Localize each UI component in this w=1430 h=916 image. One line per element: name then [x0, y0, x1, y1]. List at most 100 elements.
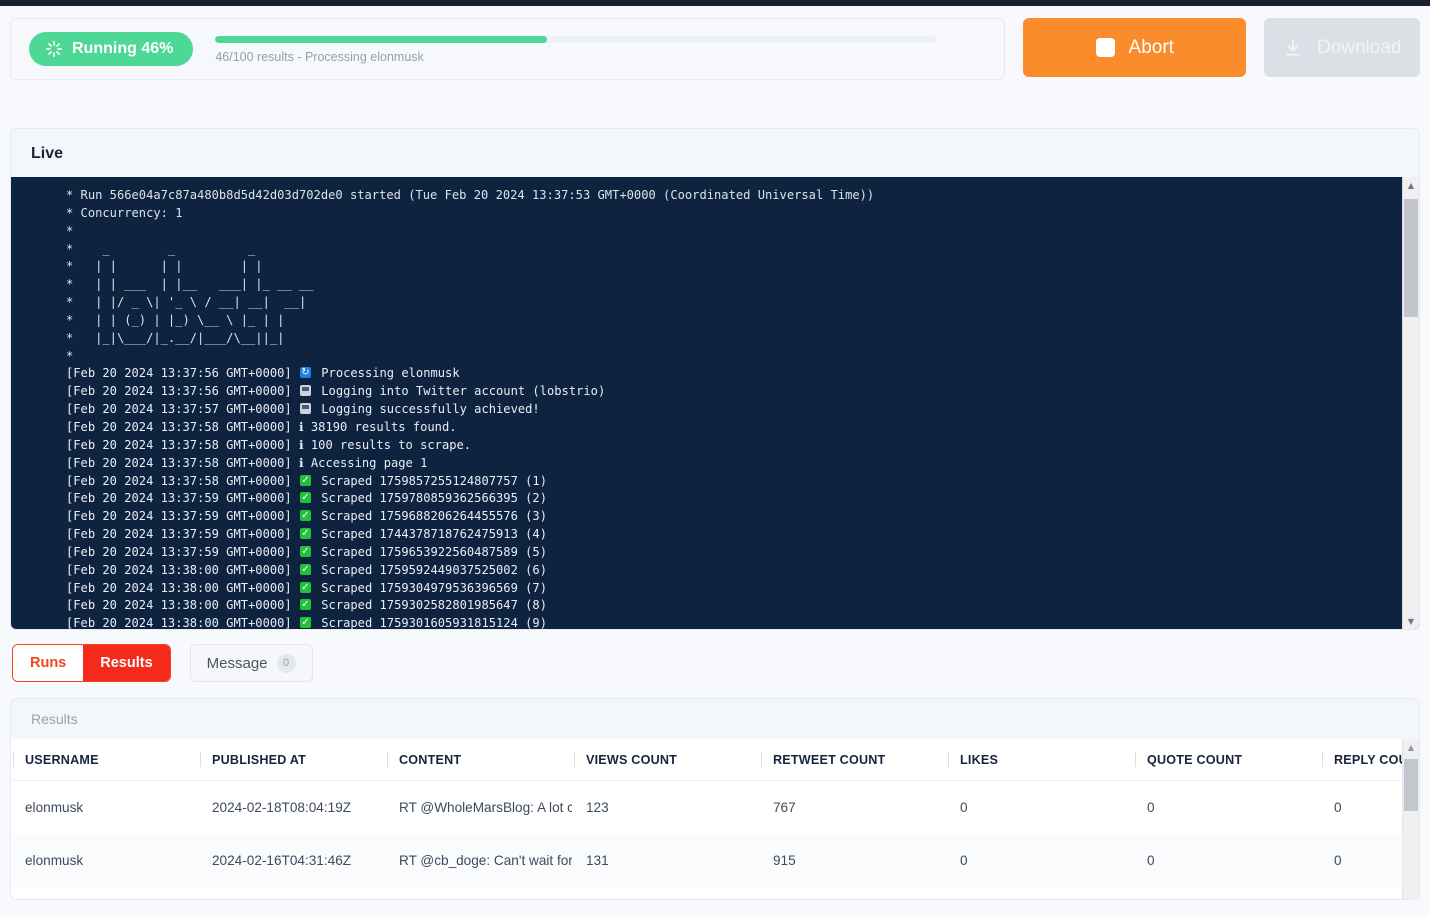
spinner-icon: [45, 40, 63, 58]
download-button-label: Download: [1317, 37, 1402, 59]
check-icon: [300, 582, 311, 593]
console-log-line: [Feb 20 2024 13:37:57 GMT+0000] Logging …: [66, 401, 1402, 419]
results-column-header[interactable]: VIEWS COUNT: [572, 739, 759, 781]
header: Running 46% 46/100 results - Processing …: [0, 6, 1430, 80]
log-timestamp: [Feb 20 2024 13:37:59 GMT+0000]: [66, 545, 299, 559]
table-row[interactable]: elonmusk2024-02-16T04:31:46ZRT @cb_doge:…: [11, 834, 1413, 887]
live-panel-title: Live: [11, 129, 1419, 177]
log-timestamp: [Feb 20 2024 13:37:56 GMT+0000]: [66, 384, 299, 398]
console-output[interactable]: * Run 566e04a7c87a480b8d5d42d03d702de0 s…: [11, 177, 1402, 629]
console-log-line: [Feb 20 2024 13:37:58 GMT+0000] ℹ 38190 …: [66, 419, 1402, 437]
log-message: 38190 results found.: [311, 420, 457, 434]
console-banner-line: * | | ___ | |__ ___| |_ __ __: [66, 276, 1402, 294]
results-table-scroll[interactable]: USERNAMEPUBLISHED ATCONTENTVIEWS COUNTRE…: [11, 739, 1419, 899]
runs-results-tab-group: Runs Results: [12, 644, 171, 682]
table-cell-username: elonmusk: [11, 781, 198, 835]
console-banner-line: * Run 566e04a7c87a480b8d5d42d03d702de0 s…: [66, 187, 1402, 205]
results-scrollbar-thumb[interactable]: [1404, 759, 1418, 811]
log-timestamp: [Feb 20 2024 13:37:59 GMT+0000]: [66, 491, 299, 505]
console-log-line: [Feb 20 2024 13:38:00 GMT+0000] Scraped …: [66, 615, 1402, 629]
table-cell-published-at: 2024-02-18T08:04:19Z: [198, 781, 385, 835]
results-column-header[interactable]: LIKES: [946, 739, 1133, 781]
table-cell-content: RT @WholeMarsBlog: A lot ca: [385, 781, 572, 835]
tab-runs[interactable]: Runs: [13, 645, 83, 681]
log-message: Accessing page 1: [311, 456, 428, 470]
console-log-line: [Feb 20 2024 13:37:59 GMT+0000] Scraped …: [66, 526, 1402, 544]
table-row[interactable]: elonmusk2024-02-18T08:04:19ZRT @WholeMar…: [11, 781, 1413, 835]
log-timestamp: [Feb 20 2024 13:37:58 GMT+0000]: [66, 438, 299, 452]
status-badge: Running 46%: [29, 32, 193, 66]
info-icon: ℹ: [299, 438, 311, 452]
results-scrollbar[interactable]: ▲: [1402, 739, 1419, 899]
results-table-header-row: USERNAMEPUBLISHED ATCONTENTVIEWS COUNTRE…: [11, 739, 1413, 781]
console-log-line: [Feb 20 2024 13:37:59 GMT+0000] Scraped …: [66, 544, 1402, 562]
log-message: 100 results to scrape.: [311, 438, 471, 452]
table-cell-reply-count: 0: [1320, 781, 1413, 835]
log-timestamp: [Feb 20 2024 13:37:58 GMT+0000]: [66, 420, 299, 434]
console-scrollbar-thumb[interactable]: [1404, 199, 1418, 317]
log-message: Processing elonmusk: [321, 366, 459, 380]
log-message: Scraped 1759302582801985647 (8): [321, 598, 547, 612]
abort-button[interactable]: Abort: [1023, 18, 1246, 77]
console-banner-line: *: [66, 348, 1402, 366]
console-banner-line: * |_|\___/|_.__/|___/\__||_|: [66, 330, 1402, 348]
tab-results-label: Results: [100, 655, 152, 671]
log-message: Scraped 1759304979536396569 (7): [321, 581, 547, 595]
results-panel-title: Results: [11, 699, 1419, 739]
progress-bar-track: [215, 36, 937, 43]
message-count-badge: 0: [277, 654, 296, 673]
console-banner-line: * | |/ _ \| '_ \ / __| __| __|: [66, 294, 1402, 312]
results-scroll-up-icon[interactable]: ▲: [1403, 739, 1419, 755]
results-card: Results USERNAMEPUBLISHED ATCONTENTVIEWS…: [10, 698, 1420, 900]
check-icon: [300, 475, 311, 486]
log-timestamp: [Feb 20 2024 13:37:58 GMT+0000]: [66, 456, 299, 470]
progress-bar-fill: [215, 36, 547, 43]
results-column-header[interactable]: PUBLISHED AT: [198, 739, 385, 781]
info-icon: ℹ: [299, 456, 311, 470]
console-banner-line: * Concurrency: 1: [66, 205, 1402, 223]
results-table: USERNAMEPUBLISHED ATCONTENTVIEWS COUNTRE…: [11, 739, 1413, 887]
results-column-header[interactable]: CONTENT: [385, 739, 572, 781]
console-scrollbar[interactable]: ▲ ▼: [1402, 177, 1419, 629]
log-message: Logging successfully achieved!: [321, 402, 539, 416]
message-button[interactable]: Message 0: [190, 644, 313, 682]
tab-results[interactable]: Results: [83, 645, 169, 681]
progress-status-text: 46/100 results - Processing elonmusk: [215, 50, 986, 64]
scroll-up-icon[interactable]: ▲: [1403, 177, 1419, 193]
log-message: Logging into Twitter account (lobstrio): [321, 384, 605, 398]
log-message: Scraped 1759688206264455576 (3): [321, 509, 547, 523]
log-timestamp: [Feb 20 2024 13:37:58 GMT+0000]: [66, 474, 299, 488]
table-cell-retweet-count: 767: [759, 781, 946, 835]
console-log-line: [Feb 20 2024 13:37:59 GMT+0000] Scraped …: [66, 508, 1402, 526]
table-cell-username: elonmusk: [11, 834, 198, 887]
scroll-down-icon[interactable]: ▼: [1403, 613, 1419, 629]
log-timestamp: [Feb 20 2024 13:38:00 GMT+0000]: [66, 581, 299, 595]
check-icon: [300, 528, 311, 539]
info-icon: ℹ: [299, 420, 311, 434]
log-timestamp: [Feb 20 2024 13:37:57 GMT+0000]: [66, 402, 299, 416]
results-column-header[interactable]: USERNAME: [11, 739, 198, 781]
console-log-line: [Feb 20 2024 13:37:56 GMT+0000] Processi…: [66, 365, 1402, 383]
download-button[interactable]: Download: [1264, 18, 1420, 77]
check-icon: [300, 564, 311, 575]
results-column-header[interactable]: RETWEET COUNT: [759, 739, 946, 781]
console-log-line: [Feb 20 2024 13:37:59 GMT+0000] Scraped …: [66, 490, 1402, 508]
log-timestamp: [Feb 20 2024 13:37:56 GMT+0000]: [66, 366, 299, 380]
log-message: Scraped 1759780859362566395 (2): [321, 491, 547, 505]
refresh-icon: [300, 367, 311, 378]
log-message: Scraped 1744378718762475913 (4): [321, 527, 547, 541]
tab-bar: Runs Results Message 0: [0, 630, 1430, 682]
table-cell-likes: 0: [946, 834, 1133, 887]
table-cell-published-at: 2024-02-16T04:31:46Z: [198, 834, 385, 887]
console-log-line: [Feb 20 2024 13:38:00 GMT+0000] Scraped …: [66, 580, 1402, 598]
table-cell-likes: 0: [946, 781, 1133, 835]
message-button-label: Message: [207, 655, 268, 672]
console-log-line: [Feb 20 2024 13:37:58 GMT+0000] Scraped …: [66, 473, 1402, 491]
check-icon: [300, 510, 311, 521]
console-banner-line: * | | | | | |: [66, 258, 1402, 276]
results-column-header[interactable]: REPLY COUNT: [1320, 739, 1413, 781]
table-cell-quote-count: 0: [1133, 834, 1320, 887]
results-column-header[interactable]: QUOTE COUNT: [1133, 739, 1320, 781]
live-console-card: Live * Run 566e04a7c87a480b8d5d42d03d702…: [10, 128, 1420, 630]
console-log-line: [Feb 20 2024 13:38:00 GMT+0000] Scraped …: [66, 597, 1402, 615]
